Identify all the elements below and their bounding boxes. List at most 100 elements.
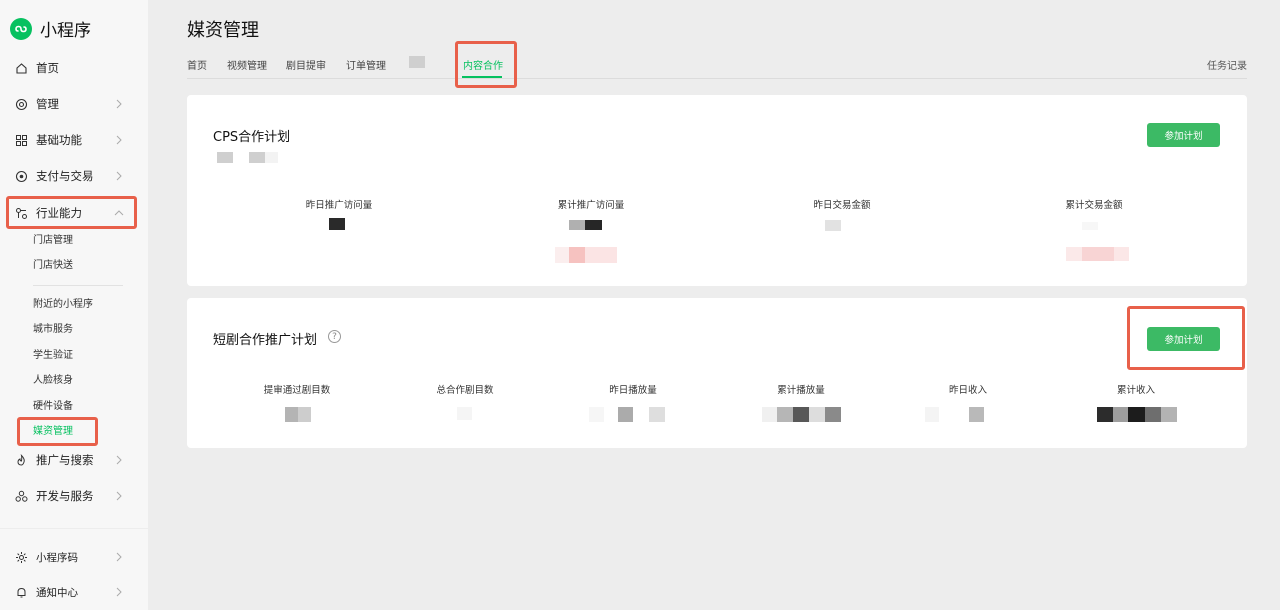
redacted-value [585, 247, 617, 263]
stat-label: 累计推广访问量 [557, 200, 625, 211]
sidebar-item-label: 管理 [36, 97, 59, 111]
sub-item-city-services[interactable]: 城市服务 [33, 323, 73, 337]
sidebar-item-label: 推广与搜索 [36, 453, 94, 467]
question-circle-icon[interactable]: ? [328, 330, 341, 343]
highlight-sidebar-industry [6, 196, 137, 229]
chevron-right-icon [116, 135, 122, 145]
sub-item-student-verification[interactable]: 学生验证 [33, 349, 73, 363]
highlight-tab-content-cooperation [455, 41, 517, 88]
tab-bar: 首页 视频管理 剧目提审 订单管理 内容合作 任务记录 [187, 52, 1247, 79]
promote-icon [14, 453, 28, 467]
sidebar-item-home[interactable]: 首页 [0, 56, 140, 80]
stat-label: 提审通过剧目数 [263, 385, 331, 396]
sidebar-item-label: 小程序码 [36, 551, 78, 564]
redacted-value [589, 407, 604, 422]
redacted-value [809, 407, 825, 422]
stat-label: 昨日播放量 [609, 385, 657, 396]
redacted-value [1128, 407, 1145, 422]
sidebar-item-basic-functions[interactable]: 基础功能 [0, 128, 140, 152]
stat-label: 累计播放量 [777, 385, 825, 396]
sidebar-item-label: 首页 [36, 61, 59, 75]
stat-label: 累计收入 [1116, 385, 1155, 396]
redacted-value [329, 218, 345, 230]
redacted-value [1082, 222, 1098, 230]
grid-icon [14, 133, 28, 147]
sub-item-face-verification[interactable]: 人脸核身 [33, 374, 73, 388]
qrcode-icon [14, 550, 28, 564]
redacted-value [1082, 247, 1114, 261]
sidebar-item-develop[interactable]: 开发与服务 [0, 484, 140, 508]
redacted-value [1161, 407, 1177, 422]
sub-divider [33, 285, 123, 286]
redacted-value [825, 407, 841, 422]
stat-label: 昨日交易金额 [813, 200, 871, 211]
tab-order-management[interactable]: 订单管理 [346, 57, 386, 72]
redacted-value [649, 407, 665, 422]
sub-item-store-management[interactable]: 门店管理 [33, 234, 73, 248]
sidebar-item-payment[interactable]: 支付与交易 [0, 164, 140, 188]
task-record-link[interactable]: 任务记录 [1207, 57, 1247, 72]
card-title: 短剧合作推广计划 [213, 333, 318, 348]
sub-item-store-delivery[interactable]: 门店快送 [33, 259, 73, 273]
join-plan-button[interactable]: 参加计划 [1147, 123, 1220, 147]
tab-home[interactable]: 首页 [187, 57, 207, 72]
stat-label: 总合作剧目数 [436, 385, 494, 396]
chevron-right-icon [116, 171, 122, 181]
redacted-value [555, 247, 569, 263]
sidebar-item-notifications[interactable]: 通知中心 [0, 582, 140, 602]
sidebar: 小程序 首页 管理 基础功能 支付与交易 行业能力 门店管理 门店快送 附近的小… [0, 0, 148, 610]
chevron-right-icon [116, 491, 122, 501]
app-logo[interactable]: 小程序 [10, 16, 91, 41]
sidebar-separator [0, 528, 148, 529]
redacted-value [777, 407, 793, 422]
redacted-value [285, 407, 298, 422]
redacted-value [1113, 407, 1128, 422]
stat-label: 昨日推广访问量 [305, 200, 373, 211]
sidebar-item-manage[interactable]: 管理 [0, 92, 140, 116]
redacted-value [1114, 247, 1129, 261]
redacted-text [249, 152, 265, 163]
redacted-value [298, 407, 311, 422]
stat-label: 昨日收入 [948, 385, 987, 396]
redacted-value [585, 220, 602, 230]
logo-text: 小程序 [40, 21, 91, 41]
tab-redacted[interactable] [409, 56, 425, 68]
tab-drama-review[interactable]: 剧目提审 [286, 57, 326, 72]
redacted-text [265, 152, 278, 163]
chevron-right-icon [116, 99, 122, 109]
redacted-value [969, 407, 984, 422]
sidebar-item-label: 开发与服务 [36, 489, 94, 503]
sub-item-nearby-mini-programs[interactable]: 附近的小程序 [33, 298, 93, 312]
sidebar-item-label: 通知中心 [36, 586, 78, 599]
redacted-value [1145, 407, 1161, 422]
redacted-value [762, 407, 777, 422]
stat-label: 累计交易金额 [1065, 200, 1123, 211]
sidebar-item-promotion[interactable]: 推广与搜索 [0, 448, 140, 472]
redacted-value [925, 407, 939, 422]
redacted-value [825, 220, 841, 231]
chevron-right-icon [116, 587, 122, 597]
redacted-value [569, 247, 585, 263]
gear-icon [14, 97, 28, 111]
cps-plan-card: CPS合作计划 参加计划 昨日推广访问量 累计推广访问量 昨日交易金额 累计交易… [187, 95, 1247, 286]
develop-icon [14, 489, 28, 503]
tab-video-management[interactable]: 视频管理 [227, 57, 267, 72]
payment-icon [14, 169, 28, 183]
sidebar-item-label: 支付与交易 [36, 169, 94, 183]
highlight-sub-item-media [17, 417, 98, 446]
home-icon [14, 61, 28, 75]
sidebar-item-label: 基础功能 [36, 133, 82, 147]
redacted-value [1066, 247, 1082, 261]
short-drama-plan-card: 短剧合作推广计划 ? 参加计划 提审通过剧目数 总合作剧目数 昨日播放量 累计播… [187, 298, 1247, 448]
mini-program-logo-icon [10, 17, 32, 40]
redacted-text [217, 152, 233, 163]
redacted-value [793, 407, 809, 422]
sub-item-hardware-devices[interactable]: 硬件设备 [33, 400, 73, 414]
redacted-value [1097, 407, 1113, 422]
card-title: CPS合作计划 [213, 130, 291, 145]
redacted-value [618, 407, 633, 422]
highlight-join-button [1127, 306, 1245, 370]
redacted-value [457, 407, 472, 420]
page-title: 媒资管理 [187, 20, 259, 41]
sidebar-item-qrcode[interactable]: 小程序码 [0, 547, 140, 567]
